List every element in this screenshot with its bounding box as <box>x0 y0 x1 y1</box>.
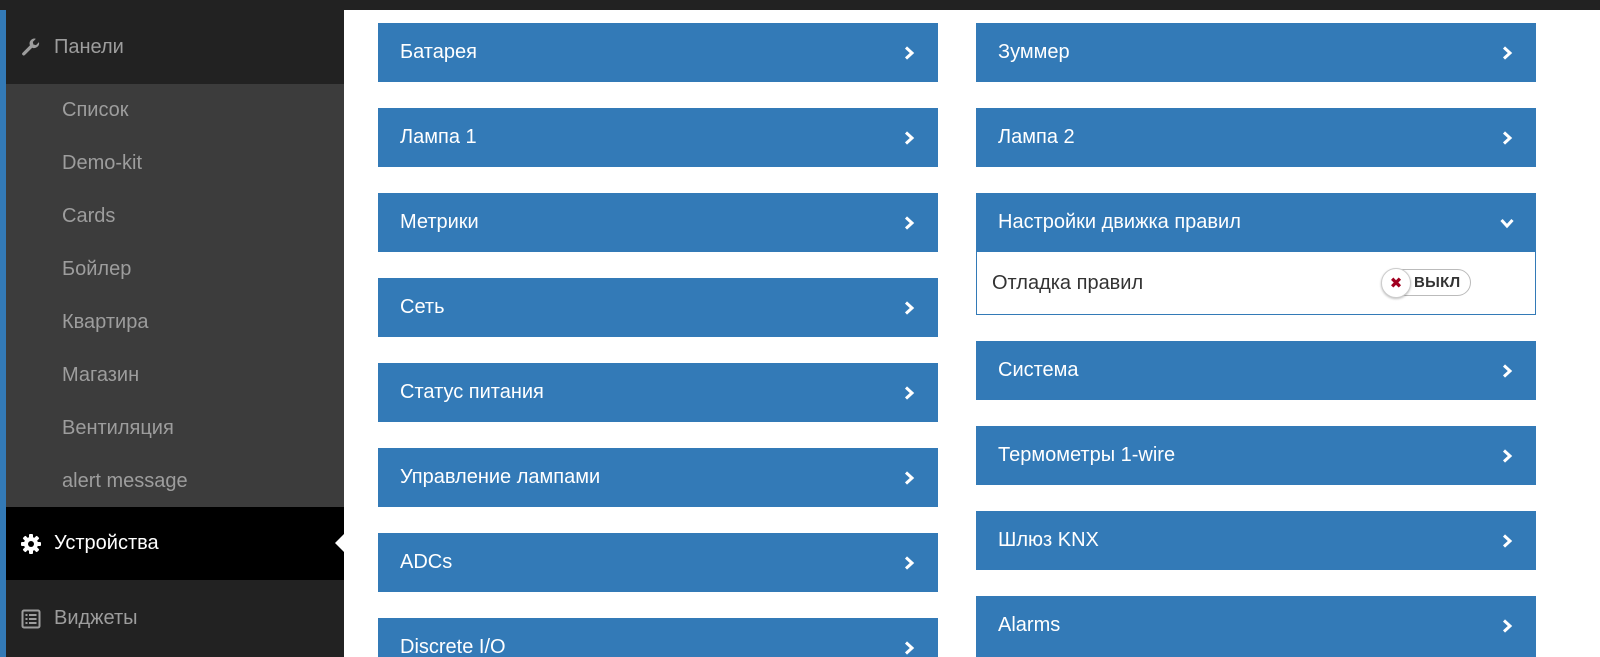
chevron-right-icon <box>1500 130 1514 145</box>
chevron-right-icon <box>902 555 916 570</box>
panel-title: Шлюз KNX <box>998 529 1099 551</box>
panel-header[interactable]: Батарея <box>378 23 938 82</box>
panel-header[interactable]: Лампа 1 <box>378 108 938 167</box>
chevron-right-icon <box>902 385 916 400</box>
panel-title: Сеть <box>400 296 445 318</box>
chevron-down-icon <box>1500 216 1514 230</box>
device-panel[interactable]: ADCs <box>378 533 938 592</box>
list-icon <box>20 608 42 630</box>
chevron-right-icon <box>1500 448 1514 463</box>
panel-title: Discrete I/O <box>400 636 506 657</box>
chevron-right-icon <box>902 470 916 485</box>
panel-title: Управление лампами <box>400 466 601 488</box>
panel-header[interactable]: Управление лампами <box>378 448 938 507</box>
panel-title: ADCs <box>400 551 453 573</box>
device-panel[interactable]: Лампа 2 <box>976 108 1536 167</box>
sidebar-section-panels[interactable]: Панели <box>6 10 344 84</box>
panel-header[interactable]: Сеть <box>378 278 938 337</box>
close-icon: ✖ <box>1381 267 1411 298</box>
submenu-item[interactable]: Demo-kit <box>62 151 142 175</box>
device-panel[interactable]: Лампа 1 <box>378 108 938 167</box>
debug-rules-toggle[interactable]: ✖ ВЫКЛ <box>1381 267 1471 298</box>
panel-title: Лампа 1 <box>400 126 477 148</box>
panel-title: Зуммер <box>998 41 1070 63</box>
device-panel[interactable]: Сеть <box>378 278 938 337</box>
panel-header[interactable]: Статус питания <box>378 363 938 422</box>
active-caret-icon <box>335 534 344 552</box>
panel-title: Настройки движка правил <box>998 211 1241 233</box>
sidebar-section-label: Панели <box>54 35 124 58</box>
panel-header[interactable]: Шлюз KNX <box>976 511 1536 570</box>
device-panel[interactable]: Зуммер <box>976 23 1536 82</box>
chevron-right-icon <box>902 130 916 145</box>
top-navbar <box>0 0 1600 10</box>
control-label: Отладка правил <box>992 271 1144 294</box>
panel-header[interactable]: Система <box>976 341 1536 400</box>
device-panel[interactable]: Discrete I/O <box>378 618 938 657</box>
device-panel[interactable]: Управление лампами <box>378 448 938 507</box>
device-panel[interactable]: Система <box>976 341 1536 400</box>
panel-title: Alarms <box>998 614 1061 636</box>
panel-title: Термометры 1-wire <box>998 444 1176 466</box>
device-panel[interactable]: Батарея <box>378 23 938 82</box>
submenu-item[interactable]: Магазин <box>62 363 139 387</box>
chevron-right-icon <box>902 300 916 315</box>
sidebar-section-devices[interactable]: Устройства <box>6 507 344 580</box>
gear-icon <box>20 533 42 555</box>
toggle-state-label: ВЫКЛ <box>1414 274 1461 291</box>
panel-header[interactable]: Discrete I/O <box>378 618 938 657</box>
panel-header[interactable]: Зуммер <box>976 23 1536 82</box>
submenu-item[interactable]: alert message <box>62 469 188 493</box>
sidebar-section-label: Виджеты <box>54 607 138 629</box>
chevron-right-icon <box>902 45 916 60</box>
chevron-right-icon <box>1500 618 1514 633</box>
panel-header[interactable]: Метрики <box>378 193 938 252</box>
chevron-right-icon <box>1500 45 1514 60</box>
sidebar-section-widgets[interactable]: Виджеты <box>6 580 344 657</box>
submenu-item[interactable]: Квартира <box>62 310 148 334</box>
submenu-item[interactable]: Вентиляция <box>62 416 174 440</box>
device-panel[interactable]: Alarms <box>976 596 1536 657</box>
wrench-icon <box>20 36 42 58</box>
chevron-right-icon <box>1500 533 1514 548</box>
submenu-item[interactable]: Список <box>62 98 129 122</box>
panel-title: Батарея <box>400 41 477 63</box>
panel-header[interactable]: ADCs <box>378 533 938 592</box>
device-panel[interactable]: Шлюз KNX <box>976 511 1536 570</box>
chevron-right-icon <box>1500 363 1514 378</box>
panels-submenu: Список Demo-kit Cards Бойлер Квартира Ма… <box>6 84 344 507</box>
panel-title: Система <box>998 359 1079 381</box>
chevron-right-icon <box>902 640 916 655</box>
device-panel[interactable]: Метрики <box>378 193 938 252</box>
chevron-right-icon <box>902 215 916 230</box>
device-panel[interactable]: Термометры 1-wire <box>976 426 1536 485</box>
submenu-item[interactable]: Cards <box>62 204 115 228</box>
device-panel-expanded: Настройки движка правил Отладка правил ✖… <box>976 193 1536 315</box>
sidebar-section-label: Устройства <box>54 532 159 554</box>
sidebar: Панели Список Demo-kit Cards Бойлер Квар… <box>0 10 344 657</box>
panel-header[interactable]: Термометры 1-wire <box>976 426 1536 485</box>
panel-header[interactable]: Лампа 2 <box>976 108 1536 167</box>
panel-title: Метрики <box>400 211 479 233</box>
device-panel[interactable]: Статус питания <box>378 363 938 422</box>
submenu-item[interactable]: Бойлер <box>62 257 131 281</box>
panel-title: Статус питания <box>400 381 544 403</box>
panel-header[interactable]: Настройки движка правил <box>976 193 1536 252</box>
panel-header[interactable]: Alarms <box>976 596 1536 655</box>
panel-title: Лампа 2 <box>998 126 1075 148</box>
panel-body: Отладка правил ✖ ВЫКЛ <box>976 252 1536 315</box>
